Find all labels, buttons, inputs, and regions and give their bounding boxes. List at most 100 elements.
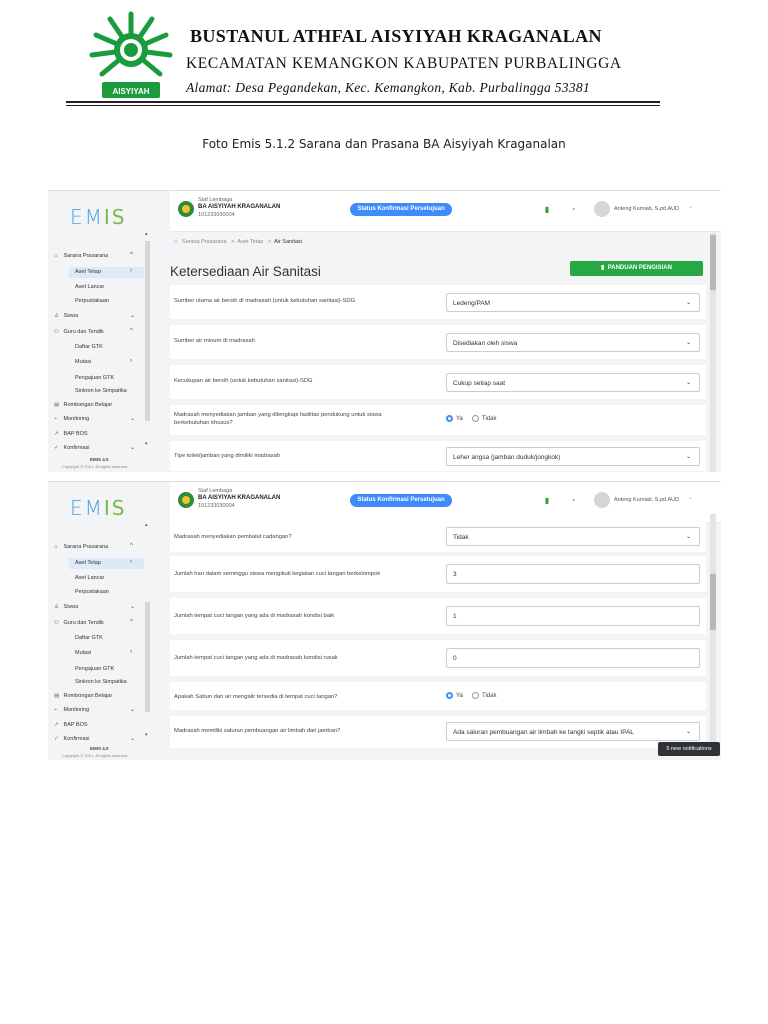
building-icon: ⌂	[54, 253, 58, 259]
form-row: Sumber air minum di madrasah Disediakan …	[170, 325, 706, 359]
breadcrumb: ⌂ Sarana Prasarana > Aset Tetap > Air Sa…	[174, 239, 302, 245]
sidebar-item-rombel[interactable]: ▤ Rombongan Belajar	[54, 402, 112, 408]
user-icon: ♙	[54, 313, 59, 319]
district-line: KECAMATAN KEMANGKON KABUPATEN PURBALINGG…	[186, 55, 622, 72]
footer-version: EMIS 4.0	[90, 457, 109, 462]
scroll-down-icon[interactable]: ▾	[145, 732, 148, 738]
sidebar-item-bap[interactable]: ↗ BAP BOS	[54, 722, 88, 728]
sidebar-item-sarana[interactable]: ⌂ Sarana Prasarana	[54, 544, 108, 550]
chevron-right-icon[interactable]: ›	[130, 358, 132, 364]
chevron-down-icon[interactable]: ⌄	[688, 494, 693, 501]
sidebar-item-sinkron[interactable]: Sinkron ke Simpatika	[75, 679, 127, 685]
chevron-down-icon[interactable]: ⌄	[130, 735, 135, 742]
handwash-broken-input[interactable]: 0	[446, 648, 700, 668]
footer-version: EMIS 4.0	[90, 746, 109, 751]
sidebar-item-sarana[interactable]: ⌂ Sarana Prasarana	[54, 253, 108, 259]
sidebar-item-bap[interactable]: ↗ BAP BOS	[54, 431, 88, 437]
scroll-down-icon[interactable]: ▾	[145, 441, 148, 447]
toilet-type-select[interactable]: Leher angsa (jamban duduk/jongkok) ⌄	[446, 447, 700, 466]
status-confirmation-button[interactable]: Status Konfirmasi Persetujuan	[350, 494, 452, 507]
chevron-down-icon: ⌄	[685, 380, 691, 386]
chevron-up-icon[interactable]: ^	[130, 252, 133, 258]
sidebar-scrollbar[interactable]	[145, 602, 150, 712]
sidebar-item-aset-tetap[interactable]: Aset Tetap	[75, 269, 101, 275]
chevron-up-icon[interactable]: ^	[130, 619, 133, 625]
scroll-up-icon[interactable]: ▴	[145, 522, 148, 528]
sidebar-item-monitoring[interactable]: ⌁ Monitoring	[54, 707, 89, 713]
sidebar-item-gtk[interactable]: ⚇ Guru dan Tendik	[54, 620, 104, 626]
sidebar-item-sinkron[interactable]: Sinkron ke Simpatika	[75, 388, 127, 394]
guide-button[interactable]: ▮ PANDUAN PENGISIAN	[570, 261, 703, 276]
sidebar-scrollbar[interactable]	[145, 241, 150, 421]
wastewater-select[interactable]: Ada saluran pembuangan air limbah ke tan…	[446, 722, 700, 741]
field-label: Kecukupan air bersih (untuk kebutuhan sa…	[174, 378, 313, 384]
chevron-down-icon[interactable]: ⌄	[130, 312, 135, 319]
sidebar-item-rombel[interactable]: ▤ Rombongan Belajar	[54, 693, 112, 699]
chevron-down-icon[interactable]: ⌄	[688, 203, 693, 210]
avatar[interactable]	[594, 201, 610, 217]
handwashing-days-input[interactable]: 3	[446, 564, 700, 584]
pad-select[interactable]: Tidak ⌄	[446, 527, 700, 546]
user-name[interactable]: Anteng Kurniati, S.pd.AUD	[614, 497, 679, 503]
field-label: Madrasah menyediakan pembalut cadangan?	[174, 534, 292, 540]
radio-ya[interactable]: Ya	[446, 692, 463, 699]
notification-toast[interactable]: 5 new notifications	[658, 742, 720, 756]
sidebar-item-aset-tetap[interactable]: Aset Tetap	[75, 560, 101, 566]
sidebar-item-monitoring[interactable]: ⌁ Monitoring	[54, 416, 89, 422]
sidebar-item-aset-lancar[interactable]: Aset Lancar	[75, 575, 104, 581]
home-icon[interactable]: ⌂	[174, 239, 177, 245]
field-label: Sumber air minum di madrasah	[174, 338, 255, 344]
school-label: BA AISYIYAH KRAGANALAN	[198, 204, 281, 210]
breadcrumb-aset-tetap[interactable]: Aset Tetap	[237, 239, 263, 245]
scroll-up-icon[interactable]: ▴	[145, 231, 148, 237]
sidebar-item-daftar-gtk[interactable]: Daftar GTK	[75, 344, 103, 350]
chart-icon: ⌁	[54, 416, 58, 422]
radio-tidak[interactable]: Tidak	[472, 415, 496, 422]
chevron-right-icon[interactable]: ›	[130, 649, 132, 655]
radio-tidak[interactable]: Tidak	[472, 692, 496, 699]
handwash-good-input[interactable]: 1	[446, 606, 700, 626]
breadcrumb-sarana[interactable]: Sarana Prasarana	[182, 239, 227, 245]
sidebar-item-aset-lancar[interactable]: Aset Lancar	[75, 284, 104, 290]
npsn-label: 101233030004	[198, 503, 235, 509]
main-scroll-thumb[interactable]	[710, 235, 716, 290]
bell-icon[interactable]: ◔	[566, 494, 580, 508]
sidebar-item-perpustakaan[interactable]: Perpustakaan	[75, 589, 109, 595]
chevron-right-icon[interactable]: ›	[130, 559, 132, 565]
water-source-select[interactable]: Ledeng/PAM ⌄	[446, 293, 700, 312]
chevron-right-icon[interactable]: ›	[130, 268, 132, 274]
sidebar-item-gtk[interactable]: ⚇ Guru dan Tendik	[54, 329, 104, 335]
chevron-down-icon[interactable]: ⌄	[130, 603, 135, 610]
user-icon: ♙	[54, 604, 59, 610]
radio-empty-icon	[472, 415, 479, 422]
sidebar-item-konfirmasi[interactable]: ✓ Konfirmasi	[54, 736, 90, 742]
sidebar-item-siswa[interactable]: ♙ Siswa	[54, 604, 78, 610]
sidebar-item-siswa[interactable]: ♙ Siswa	[54, 313, 78, 319]
chevron-down-icon[interactable]: ⌄	[130, 415, 135, 422]
emis-screenshot-2: EMIS Staf Lembaga BA AISYIYAH KRAGANALAN…	[48, 481, 721, 760]
check-icon: ✓	[54, 445, 59, 451]
main-scroll-thumb[interactable]	[710, 574, 716, 630]
sidebar-item-pengajuan[interactable]: Pengajuan GTK	[75, 375, 114, 381]
bell-icon[interactable]: ◔	[566, 203, 580, 217]
chevron-down-icon[interactable]: ⌄	[130, 706, 135, 713]
field-label: Apakah Sabun dan air mengalir tersedia d…	[174, 694, 338, 700]
chevron-up-icon[interactable]: ^	[130, 328, 133, 334]
water-sufficiency-select[interactable]: Cukup setiap saat ⌄	[446, 373, 700, 392]
sidebar-item-mutasi[interactable]: Mutasi	[75, 359, 91, 365]
user-name[interactable]: Anteng Kurniati, S.pd.AUD	[614, 206, 679, 212]
avatar[interactable]	[594, 492, 610, 508]
sidebar-item-mutasi[interactable]: Mutasi	[75, 650, 91, 656]
radio-ya[interactable]: Ya	[446, 415, 463, 422]
sidebar-item-perpustakaan[interactable]: Perpustakaan	[75, 298, 109, 304]
sidebar-item-konfirmasi[interactable]: ✓ Konfirmasi	[54, 445, 90, 451]
sidebar-item-pengajuan[interactable]: Pengajuan GTK	[75, 666, 114, 672]
document-icon: ▮	[601, 265, 605, 271]
drinking-water-select[interactable]: Disediakan oleh siswa ⌄	[446, 333, 700, 352]
chevron-up-icon[interactable]: ^	[130, 543, 133, 549]
status-confirmation-button[interactable]: Status Konfirmasi Persetujuan	[350, 203, 452, 216]
signal-icon[interactable]: ▮	[540, 494, 554, 508]
signal-icon[interactable]: ▮	[540, 203, 554, 217]
sidebar-item-daftar-gtk[interactable]: Daftar GTK	[75, 635, 103, 641]
chevron-down-icon[interactable]: ⌄	[130, 444, 135, 451]
